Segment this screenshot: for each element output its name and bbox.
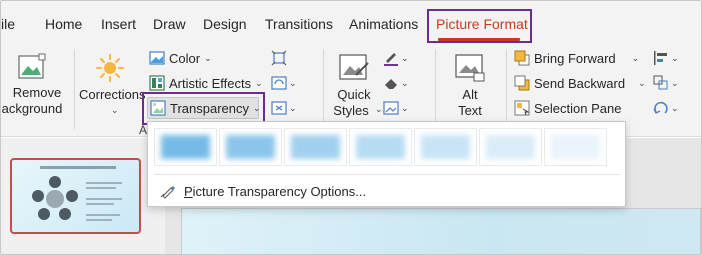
color-icon <box>149 51 165 65</box>
chevron-down-icon: ⌄ <box>401 52 409 63</box>
corrections-label: Corrections <box>79 87 146 102</box>
slide-canvas[interactable] <box>181 208 701 254</box>
options-accelerator: P <box>184 183 193 199</box>
rotate-icon <box>653 101 668 114</box>
tab-transitions[interactable]: Transitions <box>265 16 333 32</box>
pen-icon <box>384 53 398 66</box>
selection-pane-label: Selection Pane <box>534 100 622 116</box>
chevron-down-icon: ⌄ <box>638 77 646 88</box>
send-backward-label: Send Backward <box>534 75 626 91</box>
compress-pictures-icon <box>271 50 287 66</box>
quick-styles-icon <box>339 54 369 80</box>
eraser-icon <box>385 79 397 89</box>
tab-home[interactable]: Home <box>45 16 82 32</box>
chevron-down-icon: ⌄ <box>631 52 640 63</box>
compress-pictures-button[interactable] <box>271 47 307 69</box>
ribbon-separator <box>323 49 324 129</box>
tab-design[interactable]: Design <box>203 16 247 32</box>
reset-picture-button[interactable]: ⌄ <box>271 97 307 119</box>
group-button[interactable]: ⌄ <box>653 72 689 94</box>
tab-animations[interactable]: Animations <box>349 16 418 32</box>
quick-styles-button[interactable]: Quick Styles ⌄ <box>329 49 383 121</box>
color-button[interactable]: Color ⌄ <box>149 47 212 69</box>
remove-background-label-2: ackground <box>1 101 63 116</box>
picture-layout-button[interactable]: ⌄ <box>383 97 419 119</box>
transparency-preset[interactable] <box>154 128 217 166</box>
bring-forward-label: Bring Forward <box>534 50 616 66</box>
bring-forward-icon <box>514 50 530 66</box>
chevron-down-icon: ⌄ <box>401 77 409 88</box>
quick-styles-label-1: Quick <box>337 87 371 102</box>
chevron-down-icon: ⌄ <box>111 105 119 115</box>
ribbon-separator <box>74 49 75 129</box>
transparency-preset[interactable] <box>414 128 477 166</box>
send-backward-icon <box>514 75 530 91</box>
align-icon <box>654 51 667 65</box>
bring-forward-button[interactable]: Bring Forward ⌄ <box>514 47 639 69</box>
chevron-down-icon: ⌄ <box>375 104 383 114</box>
artistic-effects-icon <box>149 75 165 91</box>
remove-background-label-1: Remove <box>12 85 62 100</box>
color-label: Color <box>169 50 201 66</box>
ribbon-separator <box>506 49 507 129</box>
alt-text-icon <box>455 54 485 82</box>
dropdown-separator <box>154 174 620 175</box>
picture-border-button[interactable]: ⌄ <box>383 47 419 69</box>
selection-pane-icon <box>514 100 530 116</box>
selection-pane-button[interactable]: Selection Pane <box>514 97 621 119</box>
chevron-down-icon: ⌄ <box>204 52 212 63</box>
transparency-preset[interactable] <box>479 128 542 166</box>
transparency-preset[interactable] <box>284 128 347 166</box>
thumbnail-diagram <box>32 176 78 220</box>
app-window: ile Home Insert Draw Design Transitions … <box>0 0 702 255</box>
transparency-preset[interactable] <box>544 128 607 166</box>
picture-transparency-options[interactable]: Picture Transparency Options... <box>160 180 366 202</box>
picture-effects-button[interactable]: ⌄ <box>383 72 419 94</box>
sun-icon <box>96 54 124 82</box>
change-picture-icon <box>271 76 287 90</box>
transparency-preset[interactable] <box>349 128 412 166</box>
reset-picture-icon <box>271 101 287 115</box>
chevron-down-icon: ⌄ <box>289 102 297 113</box>
thumbnail-title <box>40 166 116 169</box>
transparency-preset[interactable] <box>219 128 282 166</box>
tab-highlight-box <box>427 9 532 43</box>
chevron-down-icon: ⌄ <box>671 77 679 88</box>
align-button[interactable]: ⌄ <box>653 47 689 69</box>
transparency-dropdown: Picture Transparency Options... <box>147 121 626 207</box>
transparency-gallery <box>154 128 620 166</box>
chevron-down-icon: ⌄ <box>671 102 679 113</box>
chevron-down-icon: ⌄ <box>255 77 263 88</box>
chevron-down-icon: ⌄ <box>289 77 297 88</box>
ribbon-separator <box>435 49 436 129</box>
tab-draw[interactable]: Draw <box>153 16 186 32</box>
options-label: icture Transparency Options... <box>192 183 367 199</box>
adjust-group-label: A <box>139 123 148 137</box>
send-backward-button[interactable]: Send Backward ⌄ <box>514 72 646 94</box>
slides-pane <box>1 138 165 254</box>
artistic-effects-button[interactable]: Artistic Effects ⌄ <box>149 72 263 94</box>
remove-background-icon <box>18 53 46 79</box>
artistic-effects-label: Artistic Effects <box>169 75 252 91</box>
alt-text-label-1: Alt <box>462 87 478 102</box>
remove-background-button[interactable]: Remove ackground <box>1 49 67 121</box>
group-icon <box>653 75 668 90</box>
picture-layout-icon <box>383 101 399 115</box>
slide-thumbnail[interactable] <box>10 158 141 234</box>
tab-insert[interactable]: Insert <box>101 16 136 32</box>
rotate-button[interactable]: ⌄ <box>653 97 689 119</box>
brush-icon <box>160 186 175 199</box>
chevron-down-icon: ⌄ <box>671 52 679 63</box>
ribbon-tabs: ile Home Insert Draw Design Transitions … <box>1 1 701 45</box>
alt-text-button[interactable]: Alt Text <box>441 49 499 121</box>
alt-text-label-2: Text <box>458 103 482 118</box>
tab-file[interactable]: ile <box>1 16 15 32</box>
corrections-button[interactable]: Corrections ⌄ <box>79 49 146 121</box>
chevron-down-icon: ⌄ <box>401 102 409 113</box>
change-picture-button[interactable]: ⌄ <box>271 72 307 94</box>
quick-styles-label-2: Styles <box>333 103 369 118</box>
